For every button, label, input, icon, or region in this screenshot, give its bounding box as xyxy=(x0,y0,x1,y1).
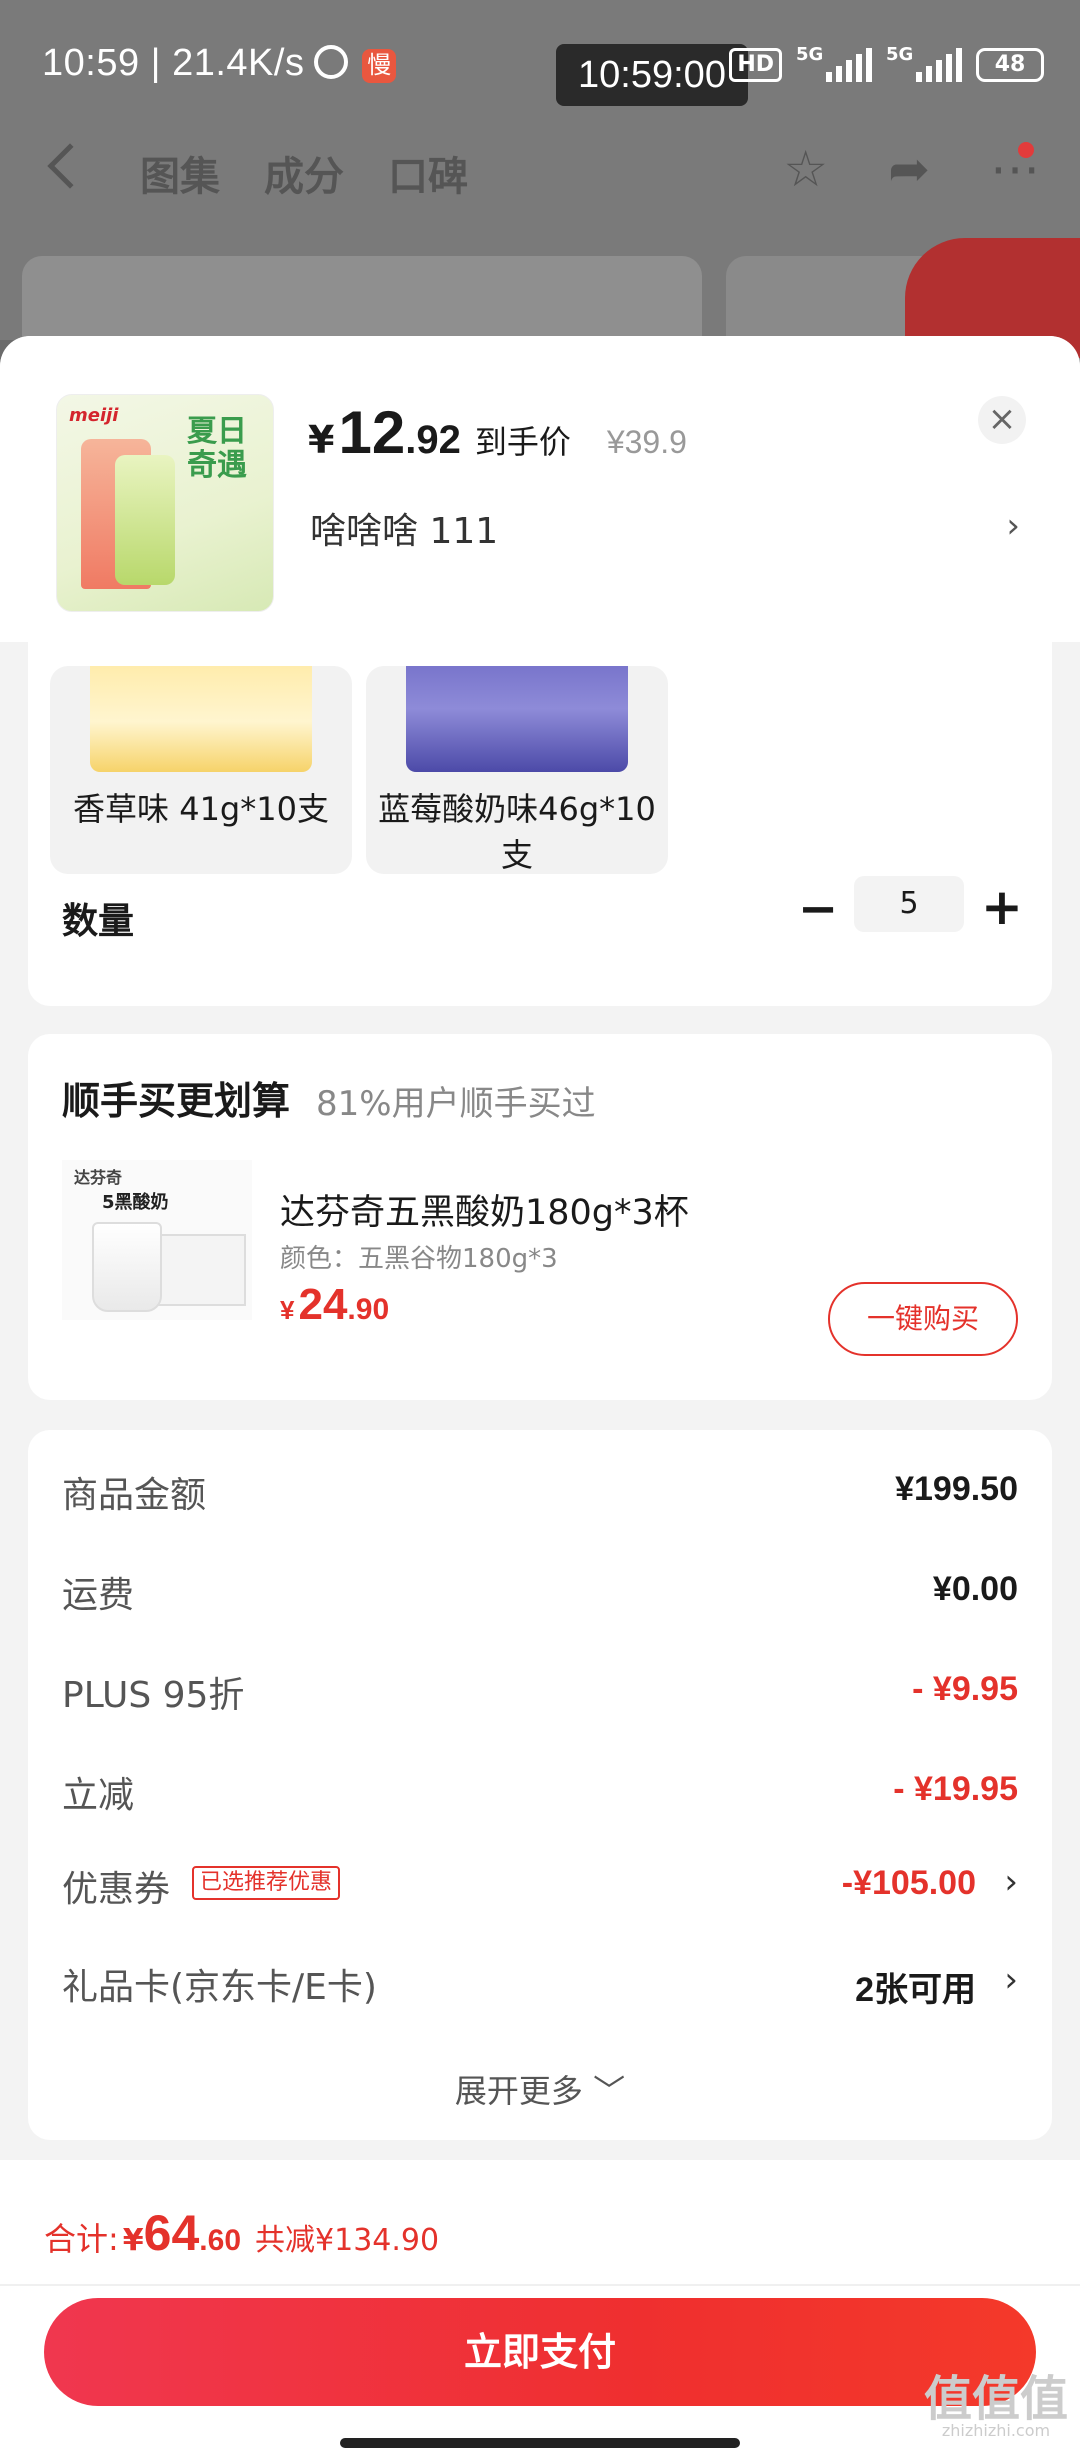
chevron-right-icon: › xyxy=(1004,1862,1018,1902)
selected-spec[interactable]: 啥啥啥 111 xyxy=(310,502,498,554)
sheet-header: meiji 夏日奇遇 ¥ 12 .92 到手价 ¥39.9 × 啥啥啥 111 … xyxy=(0,336,1080,642)
tab-reviews: 口碑 xyxy=(388,154,468,200)
addon-subtitle: 81%用户顺手买过 xyxy=(316,1084,596,1124)
quantity-label: 数量 xyxy=(62,901,135,942)
pay-now-button[interactable]: 立即支付 xyxy=(44,2298,1036,2406)
product-price: ¥ 12 .92 到手价 ¥39.9 xyxy=(308,399,687,466)
back-icon xyxy=(47,143,93,189)
price-summary-card: 商品金额 ¥199.50 运费 ¥0.00 PLUS 95折 - ¥9.95 立… xyxy=(28,1430,1052,2140)
addon-product-image: 达芬奇 5黑酸奶 xyxy=(62,1160,252,1320)
quantity-minus-button[interactable]: − xyxy=(798,885,838,936)
summary-row-shipping: 运费 ¥0.00 xyxy=(62,1570,1018,1616)
background-tabs: 图集 成分 口碑 xyxy=(140,144,468,202)
option-blueberry[interactable]: 蓝莓酸奶味46g*10支 xyxy=(366,666,668,874)
signal-icon-2: 5G xyxy=(886,44,962,82)
quantity-plus-button[interactable]: + xyxy=(980,882,1024,934)
notification-dot xyxy=(1018,142,1034,158)
status-indicators: HD 5G 5G 48 xyxy=(729,44,1044,82)
divider xyxy=(0,2284,1080,2286)
alarm-icon xyxy=(314,45,349,79)
chevron-right-icon: › xyxy=(1004,1960,1018,2000)
tab-ingredients: 成分 xyxy=(264,154,344,200)
product-thumbnail: meiji 夏日奇遇 xyxy=(56,394,274,612)
option-vanilla[interactable]: 香草味 41g*10支 xyxy=(50,666,352,874)
addon-title: 顺手买更划算 xyxy=(62,1079,291,1123)
slow-badge-icon: 慢 xyxy=(362,49,397,83)
addon-product-name[interactable]: 达芬奇五黑酸奶180g*3杯 xyxy=(280,1184,689,1235)
addon-product-color: 颜色：五黑谷物180g*3 xyxy=(280,1244,558,1274)
summary-row-giftcard[interactable]: 礼品卡(京东卡/E卡) 2张可用 › xyxy=(62,1958,1018,2018)
summary-row-plus: PLUS 95折 - ¥9.95 xyxy=(62,1670,1018,1716)
status-time-speed: 10:59 | 21.4K/s 慢 xyxy=(42,42,397,85)
option-image xyxy=(406,666,628,772)
share-icon: ➦ xyxy=(888,140,930,198)
chevron-right-icon[interactable]: › xyxy=(1006,506,1020,546)
thumbnail-brand: meiji xyxy=(69,405,119,426)
quantity-input[interactable]: 5 xyxy=(854,876,964,932)
checkout-footer: 合计: ¥ 64 .60 共减¥134.90 立即支付 xyxy=(0,2160,1080,2460)
signal-icon: 5G xyxy=(796,44,872,82)
status-bar: 10:59 | 21.4K/s 慢 10:59:00 HD 5G 5G 48 xyxy=(0,0,1080,130)
option-label: 香草味 41g*10支 xyxy=(73,790,329,828)
total-saved: 共减¥134.90 xyxy=(255,2223,440,2258)
tab-gallery: 图集 xyxy=(140,154,220,200)
total-price: 合计: ¥ 64 .60 共减¥134.90 xyxy=(44,2205,440,2261)
hd-icon: HD xyxy=(729,48,782,82)
expand-more-button[interactable]: 展开更多 ﹀ xyxy=(28,2066,1052,2112)
summary-row-coupon[interactable]: 优惠券 已选推荐优惠 -¥105.00 › xyxy=(62,1860,1018,1920)
coupon-tag: 已选推荐优惠 xyxy=(192,1866,341,1900)
background-nav-icons: ☆ ➦ ⋯ xyxy=(783,140,1040,198)
status-clock: 10:59:00 xyxy=(556,44,748,106)
summary-row-goods: 商品金额 ¥199.50 xyxy=(62,1470,1018,1516)
thumbnail-title: 夏日奇遇 xyxy=(187,414,247,483)
option-label: 蓝莓酸奶味46g*10支 xyxy=(378,790,656,874)
original-price: ¥39.9 xyxy=(606,424,687,460)
battery-icon: 48 xyxy=(976,48,1044,82)
one-click-buy-button[interactable]: 一键购买 xyxy=(828,1282,1018,1356)
addon-price: ¥ 24 .90 xyxy=(280,1280,390,1329)
addon-card: 顺手买更划算 81%用户顺手买过 达芬奇 5黑酸奶 达芬奇五黑酸奶180g*3杯… xyxy=(28,1034,1052,1400)
option-image xyxy=(90,666,312,772)
summary-row-discount: 立减 - ¥19.95 xyxy=(62,1770,1018,1816)
star-icon: ☆ xyxy=(783,140,829,198)
home-indicator xyxy=(340,2438,740,2448)
close-button[interactable]: × xyxy=(978,396,1026,444)
price-tag: 到手价 xyxy=(474,423,571,461)
watermark-logo: 值值值 zhizhizhi.com xyxy=(923,2371,1068,2440)
purchase-sheet: 香草味 41g*10支 蓝莓酸奶味46g*10支 数量 − 5 + meiji … xyxy=(0,336,1080,2460)
background-nav: 图集 成分 口碑 ☆ ➦ ⋯ xyxy=(0,130,1080,230)
